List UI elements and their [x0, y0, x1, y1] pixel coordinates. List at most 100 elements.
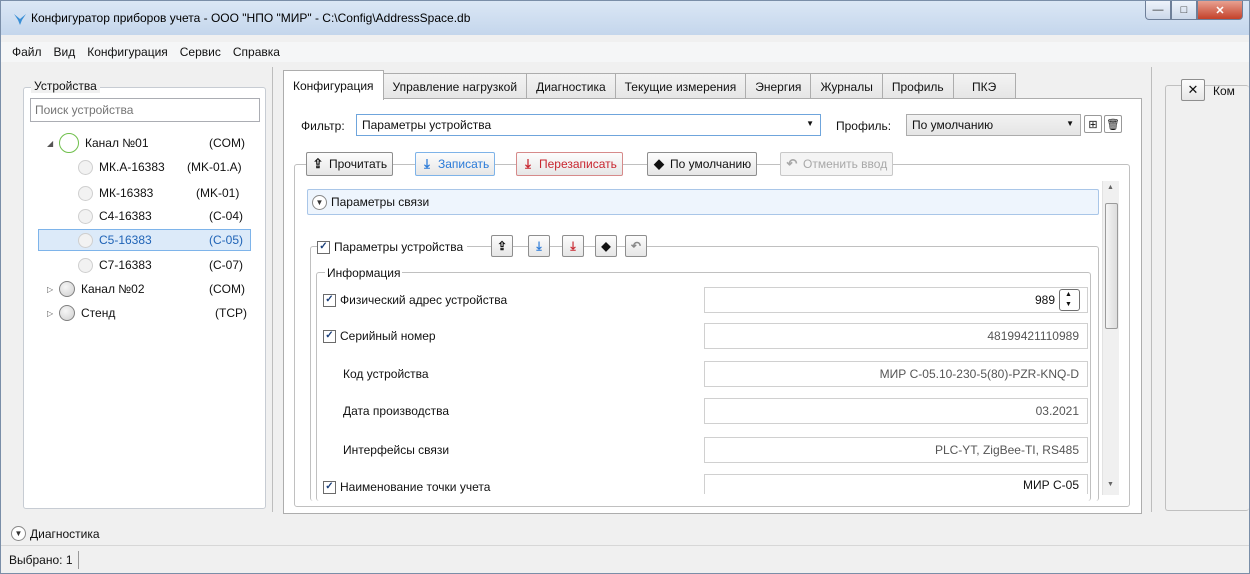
device-status-icon — [78, 257, 93, 273]
checkbox-checked[interactable]: ✓ — [323, 293, 336, 307]
collapsed-arrow-icon[interactable]: ▷ — [47, 309, 59, 318]
tab-energy[interactable]: Энергия — [745, 73, 812, 99]
info-legend: Информация — [325, 266, 403, 280]
tab-current-measurements[interactable]: Текущие измерения — [614, 73, 747, 99]
device-params-header: ✓ Параметры устройства — [317, 234, 468, 260]
section-write-button[interactable]: ⤓ — [528, 235, 550, 257]
tab-load-control[interactable]: Управление нагрузкой — [382, 73, 528, 99]
delete-profile-button[interactable]: 🗑 — [1104, 115, 1122, 133]
serial-number-field: 48199421110989 — [704, 323, 1088, 349]
download-red-icon: ⤓ — [525, 156, 531, 171]
cancel-input-button[interactable]: ↶ Отменить ввод — [780, 152, 894, 176]
status-separator — [77, 550, 79, 569]
tab-journals[interactable]: Журналы — [810, 73, 883, 99]
cancel-label: Отменить ввод — [803, 157, 888, 171]
tab-strip: Конфигурация Управление нагрузкой Диагно… — [283, 70, 1016, 100]
tab-configuration[interactable]: Конфигурация — [283, 70, 384, 100]
tree-item-type: (C-04) — [209, 209, 244, 223]
tree-item-label: С4-16383 — [99, 209, 152, 223]
comm-params-section[interactable]: ▼ Параметры связи — [307, 189, 1099, 215]
profile-select[interactable]: По умолчанию ▼ — [906, 114, 1081, 136]
tree-item-channel-01[interactable]: ◢ Канал №01 (COM) — [47, 132, 252, 154]
tree-item-type: (MK-01.A) — [187, 160, 242, 174]
tree-item-channel-02[interactable]: ▷ Канал №02 (COM) — [47, 278, 252, 300]
status-bar: Выбрано: 1 — [1, 545, 1249, 573]
scroll-down-icon[interactable]: ▼ — [1107, 481, 1114, 488]
tree-item-type: (C-05) — [209, 233, 244, 247]
read-label: Прочитать — [329, 157, 388, 171]
field-label: Дата производства — [343, 404, 450, 418]
device-search-input[interactable] — [30, 98, 260, 122]
minimize-button[interactable]: — — [1145, 1, 1171, 20]
read-button[interactable]: ⇪ Прочитать — [306, 152, 394, 176]
tree-item-stand[interactable]: ▷ Стенд (TCP) — [47, 302, 252, 324]
vertical-scrollbar[interactable]: ▲ ▼ — [1102, 181, 1119, 495]
maximize-button[interactable]: □ — [1171, 1, 1197, 20]
device-status-icon — [78, 185, 93, 201]
tab-pke[interactable]: ПКЭ — [952, 73, 1016, 99]
section-rewrite-button[interactable]: ⤓ — [562, 235, 584, 257]
checkbox-checked[interactable]: ✓ — [317, 240, 330, 254]
save-profile-icon: ⊞ — [1088, 118, 1098, 131]
maximize-icon: □ — [1180, 4, 1188, 16]
device-code-field: МИР С-05.10-230-5(80)-PZR-KNQ-D — [704, 361, 1088, 387]
tree-item-device[interactable]: МК-16383 (MK-01) — [78, 182, 252, 204]
tree-item-label: МК.А-16383 — [99, 160, 165, 174]
filter-select[interactable]: Параметры устройства ▼ — [356, 114, 821, 136]
menu-service[interactable]: Сервис — [174, 45, 227, 59]
tree-item-device-selected[interactable]: С5-16383 (C-05) — [38, 229, 251, 251]
spin-up-icon[interactable]: ▲ — [1065, 291, 1072, 298]
diagnostics-expander[interactable]: ▼ Диагностика — [11, 526, 100, 541]
menu-bar: Файл Вид Конфигурация Сервис Справка — [1, 42, 1249, 62]
filter-label: Фильтр: — [301, 119, 345, 133]
trash-icon: 🗑 — [1106, 118, 1120, 131]
download-blue-icon: ⤓ — [424, 156, 430, 171]
tab-profile[interactable]: Профиль — [881, 73, 954, 99]
tree-item-device[interactable]: С4-16383 (C-04) — [78, 205, 252, 227]
tree-item-label: С5-16383 — [99, 233, 152, 247]
defaults-button[interactable]: ◆ По умолчанию — [647, 152, 758, 176]
checkbox-checked[interactable]: ✓ — [323, 329, 336, 343]
defaults-label: По умолчанию — [670, 157, 752, 171]
minimize-icon: — — [1152, 4, 1164, 16]
field-label: Физический адрес устройства — [340, 293, 508, 307]
field-serial: ✓ Серийный номер — [323, 323, 436, 349]
status-gray-icon — [59, 281, 75, 297]
physical-address-input[interactable]: 989 — [704, 287, 1088, 313]
close-button[interactable]: ✕ — [1197, 1, 1243, 20]
tree-item-label: Канал №02 — [81, 282, 145, 296]
tree-item-type: (TCP) — [215, 306, 247, 320]
tree-item-type: (MK-01) — [196, 186, 240, 200]
scroll-thumb[interactable] — [1105, 203, 1118, 329]
spin-down-icon[interactable]: ▼ — [1065, 301, 1072, 308]
section-cancel-button[interactable]: ↶ — [625, 235, 647, 257]
tab-diagnostics[interactable]: Диагностика — [526, 73, 616, 99]
right-splitter[interactable] — [1151, 67, 1152, 512]
menu-help[interactable]: Справка — [227, 45, 286, 59]
panel-close-button[interactable]: ✕ — [1181, 79, 1205, 101]
dropdown-arrow-icon: ▼ — [806, 119, 814, 128]
tree-item-device[interactable]: С7-16383 (C-07) — [78, 254, 252, 276]
chevron-down-icon: ▼ — [312, 194, 327, 210]
scroll-up-icon[interactable]: ▲ — [1107, 184, 1114, 191]
device-params-label: Параметры устройства — [334, 240, 464, 254]
tree-item-label: С7-16383 — [99, 258, 152, 272]
section-read-button[interactable]: ⇪ — [491, 235, 513, 257]
tree-item-device[interactable]: МК.А-16383 (MK-01.A) — [78, 156, 252, 178]
metering-point-input[interactable]: МИР С-05 — [704, 474, 1088, 494]
expanded-arrow-icon[interactable]: ◢ — [47, 139, 59, 148]
menu-file[interactable]: Файл — [6, 45, 48, 59]
section-defaults-button[interactable]: ◆ — [595, 235, 617, 257]
save-profile-button[interactable]: ⊞ — [1084, 115, 1102, 133]
menu-configuration[interactable]: Конфигурация — [81, 45, 174, 59]
rewrite-button[interactable]: ⤓ Перезаписать — [516, 152, 623, 176]
checkbox-checked[interactable]: ✓ — [323, 480, 336, 494]
field-label: Код устройства — [343, 367, 429, 381]
spinner-button[interactable]: ▲ ▼ — [1059, 289, 1080, 311]
left-splitter[interactable] — [272, 67, 273, 512]
status-gray-icon — [59, 305, 75, 321]
field-metering-point: ✓ Наименование точки учета — [323, 474, 490, 500]
collapsed-arrow-icon[interactable]: ▷ — [47, 285, 59, 294]
menu-view[interactable]: Вид — [48, 45, 82, 59]
write-button[interactable]: ⤓ Записать — [415, 152, 496, 176]
